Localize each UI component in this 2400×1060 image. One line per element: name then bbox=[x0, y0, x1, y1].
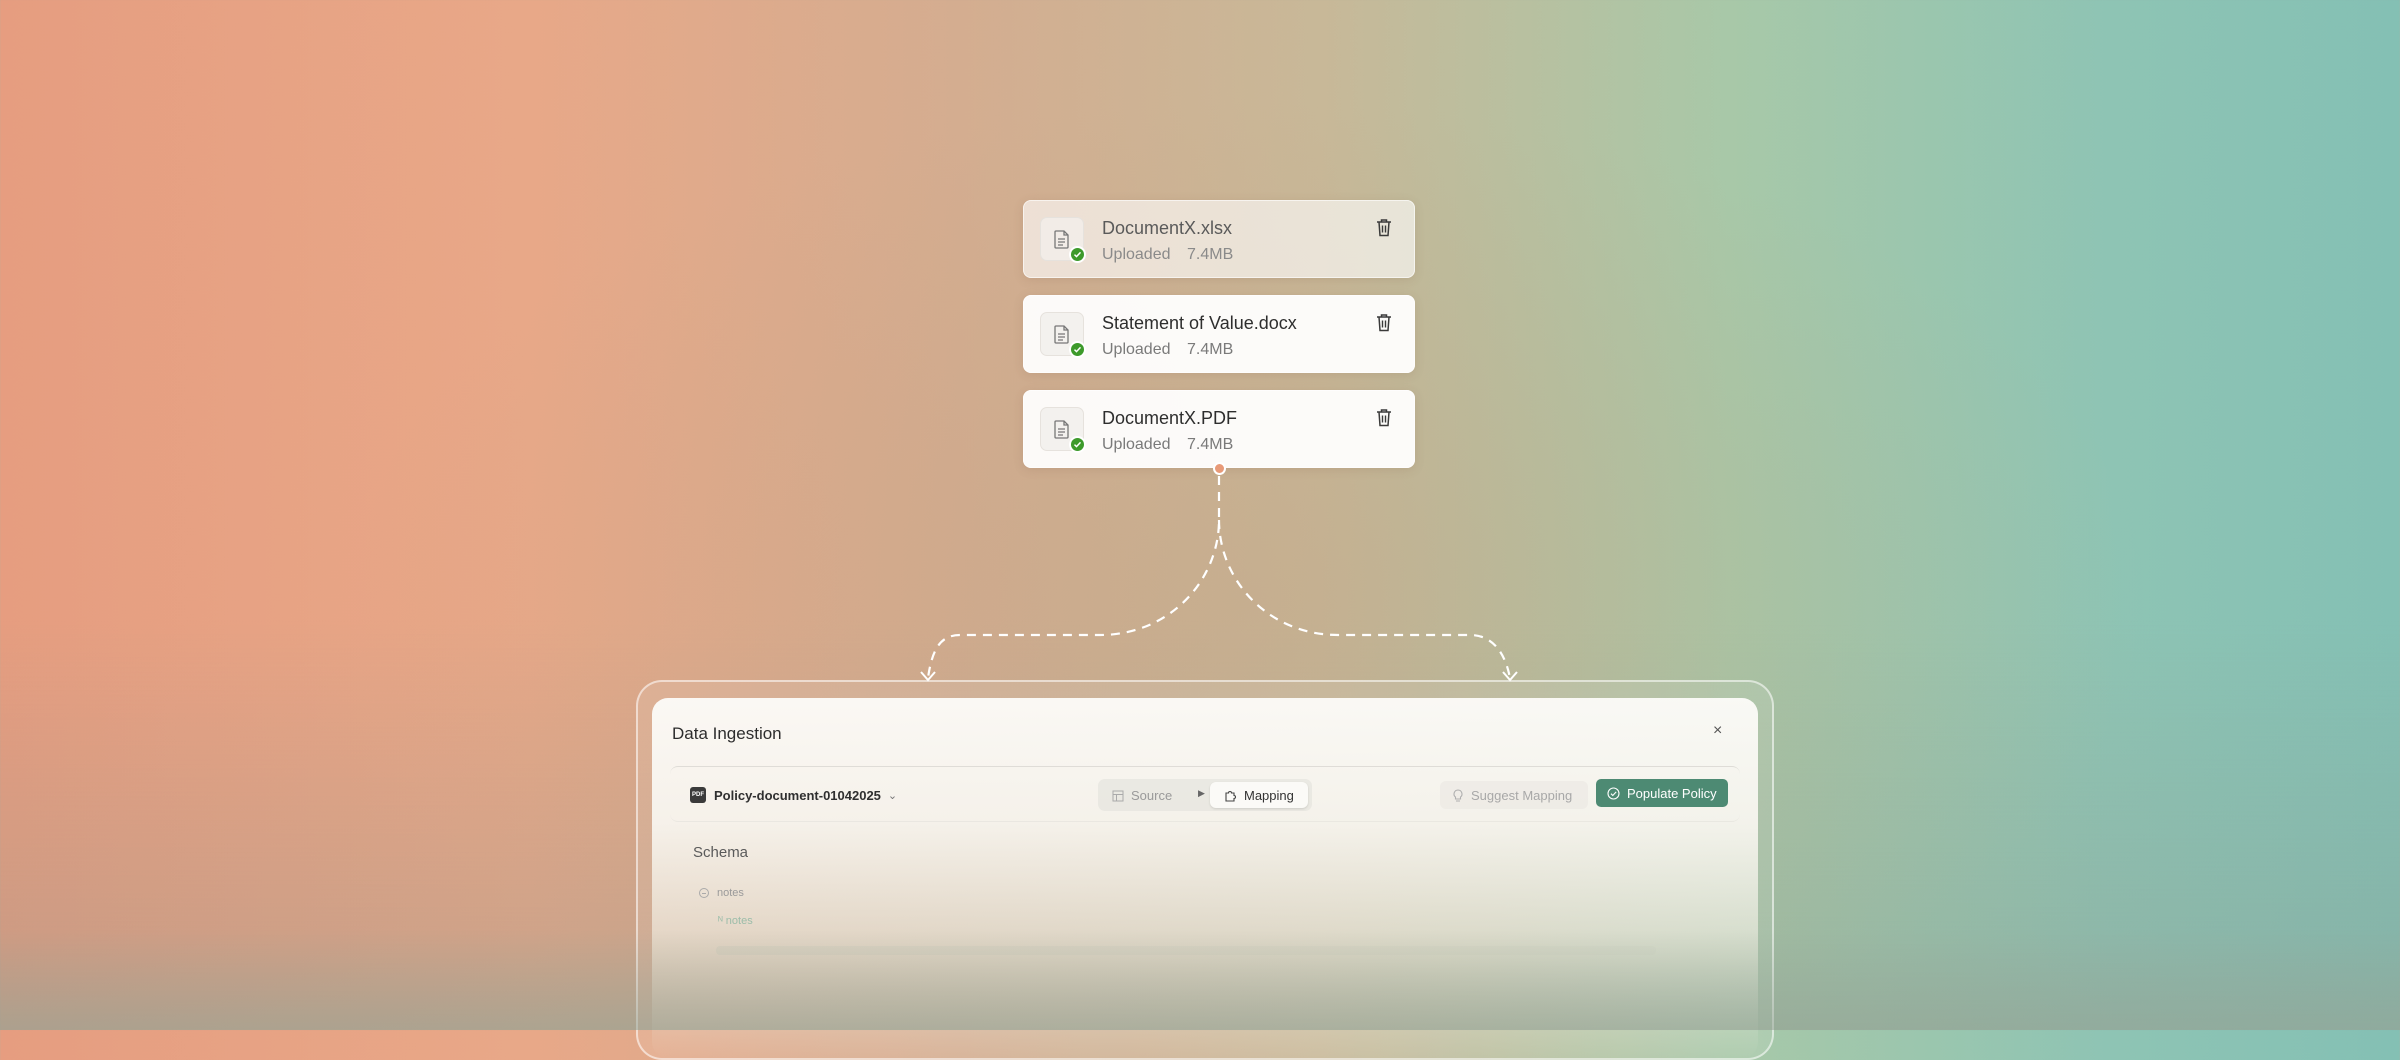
populate-policy-label: Populate Policy bbox=[1627, 785, 1717, 801]
schema-node[interactable]: notes bbox=[699, 887, 744, 899]
panel-toolbar: PDF Policy-document-01042025 ⌄ Source ▶ … bbox=[670, 766, 1740, 822]
schema-node-label: notes bbox=[717, 887, 744, 899]
pdf-badge-icon: PDF bbox=[690, 787, 706, 803]
table-icon bbox=[1112, 790, 1124, 801]
step-source-label: Source bbox=[1131, 788, 1173, 803]
check-circle-icon bbox=[1607, 786, 1620, 800]
schema-heading: Schema bbox=[693, 844, 749, 861]
data-ingestion-panel: Data Ingestion × PDF Policy-document-010… bbox=[652, 698, 1758, 1058]
connector-left bbox=[926, 476, 1221, 679]
step-mapping[interactable]: Mapping bbox=[1210, 782, 1308, 808]
suggest-mapping-label: Suggest Mapping bbox=[1471, 787, 1573, 803]
flow-connector bbox=[920, 476, 1518, 682]
schema-child-node[interactable]: ᴺ notes bbox=[718, 915, 753, 927]
step-source[interactable]: Source bbox=[1112, 788, 1172, 803]
lightbulb-icon bbox=[1453, 788, 1463, 802]
schema-row-placeholder bbox=[716, 946, 1656, 955]
close-button[interactable]: × bbox=[1713, 722, 1722, 740]
collapse-icon bbox=[699, 888, 709, 898]
panel-title: Data Ingestion bbox=[672, 724, 782, 743]
document-name: Policy-document-01042025 bbox=[714, 787, 881, 803]
puzzle-icon bbox=[1225, 790, 1236, 802]
connector-dot[interactable] bbox=[1213, 462, 1226, 475]
connector-right bbox=[1217, 519, 1512, 679]
caret-right-icon: ▶ bbox=[1198, 788, 1205, 798]
suggest-mapping-button[interactable]: Suggest Mapping bbox=[1440, 781, 1588, 809]
document-selector[interactable]: PDF Policy-document-01042025 ⌄ bbox=[690, 787, 897, 803]
step-mapping-label: Mapping bbox=[1244, 787, 1294, 803]
populate-policy-button[interactable]: Populate Policy bbox=[1596, 779, 1728, 807]
chevron-down-icon: ⌄ bbox=[887, 789, 898, 802]
step-switcher: Source ▶ Mapping bbox=[1098, 779, 1312, 811]
